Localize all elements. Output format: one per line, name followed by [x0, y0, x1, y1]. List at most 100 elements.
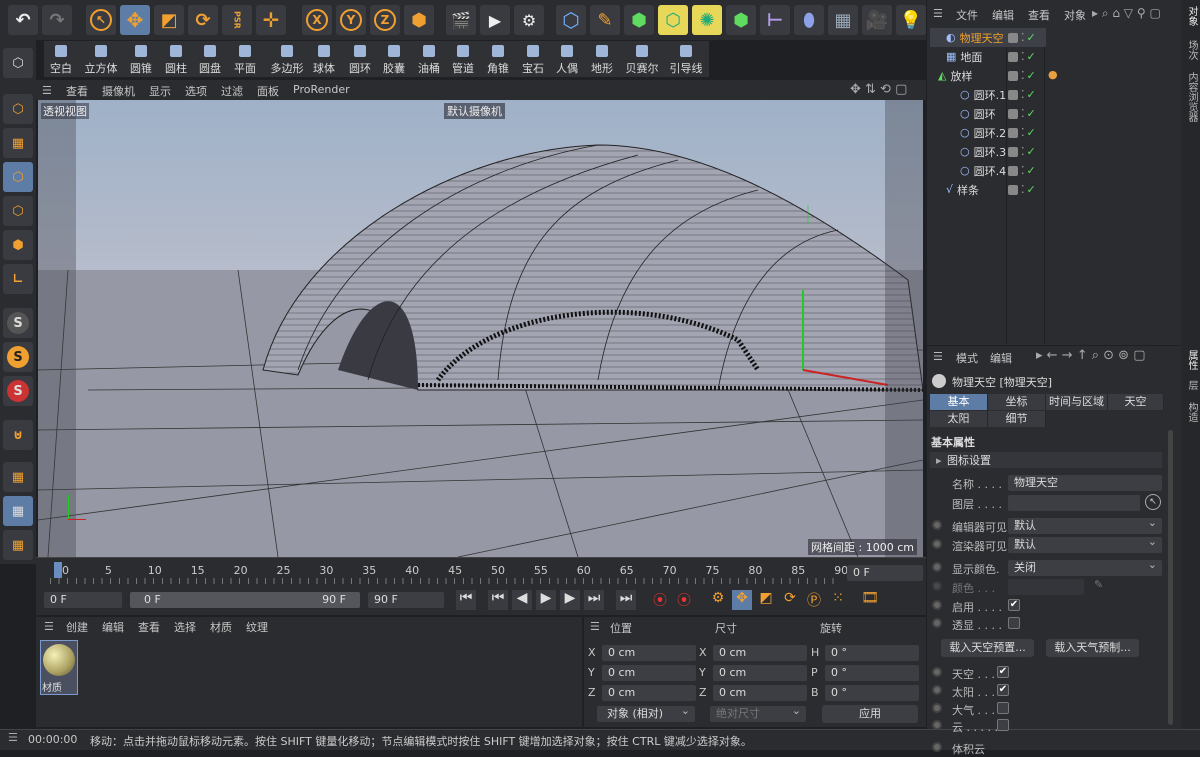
enabled-check-icon[interactable]: ✓	[1027, 50, 1036, 63]
pen-button[interactable]: ✎	[590, 5, 620, 35]
transform-button[interactable]: ✛	[256, 5, 286, 35]
go-start-button[interactable]: ⏮	[456, 590, 476, 610]
cube-button[interactable]: ⬡	[556, 5, 586, 35]
size-mode-dropdown[interactable]: 绝对尺寸	[710, 703, 806, 722]
atmosphere-checkbox[interactable]	[997, 702, 1009, 714]
attr-nav-icons[interactable]: ▸ ← → ↑ ⌕ ⊙ ⊚ ▢	[1036, 348, 1145, 363]
go-end-button[interactable]: ⏭	[616, 590, 636, 610]
camera-button[interactable]: 🎥	[862, 5, 892, 35]
attr-tab-0[interactable]: 基本	[930, 394, 988, 410]
edges-mode-button[interactable]: ⬡	[3, 196, 33, 226]
primitive-1[interactable]: 立方体	[84, 42, 118, 76]
key-pla-button[interactable]: ⁙	[828, 590, 848, 610]
objmgr-menu-item-3[interactable]: 对象	[1064, 7, 1086, 23]
viewport-menu-item-6[interactable]: ProRender	[293, 83, 350, 99]
object-flags[interactable]: ⁚ ✓	[1008, 180, 1048, 199]
bend-button[interactable]: ⊢	[760, 5, 790, 35]
scale-button[interactable]: ◩	[154, 5, 184, 35]
coord-field[interactable]: 0 cm	[602, 645, 696, 661]
volume-cloud-radio[interactable]	[932, 742, 942, 752]
enable-radio[interactable]	[932, 600, 942, 610]
primitive-3[interactable]: 圆柱	[162, 42, 190, 76]
visibility-dots-icon[interactable]: ⁚	[1021, 126, 1025, 139]
coord-field[interactable]: 0 cm	[713, 665, 807, 681]
primitive-12[interactable]: 角锥	[484, 42, 512, 76]
enabled-check-icon[interactable]: ✓	[1027, 88, 1036, 101]
prev-frame-button[interactable]: ◀	[512, 590, 532, 610]
primitive-10[interactable]: 油桶	[415, 42, 443, 76]
grid-snap-button[interactable]: ▦	[3, 530, 33, 560]
visibility-dots-icon[interactable]: ⁚	[1021, 88, 1025, 101]
material-menu-item-2[interactable]: 查看	[138, 619, 160, 635]
objmgr-menu-item-1[interactable]: 编辑	[992, 7, 1014, 23]
primitive-15[interactable]: 地形	[588, 42, 616, 76]
play-button[interactable]: ▶	[536, 590, 556, 610]
object-flags[interactable]: ⁚ ✓	[1008, 161, 1048, 180]
primitive-6[interactable]: 多边形	[267, 42, 307, 76]
cloud-checkbox[interactable]	[997, 719, 1009, 731]
object-flags[interactable]: ⁚ ✓	[1008, 66, 1048, 85]
model-mode-button[interactable]: ⬡	[3, 94, 33, 124]
attr-tab-3[interactable]: 天空	[1108, 394, 1164, 410]
coord-field[interactable]: 0 °	[825, 685, 919, 701]
snap-settings-button[interactable]: S	[3, 342, 33, 372]
objmgr-tool-icons[interactable]: ▸ ⌕ ⌂ ▽ ⚲ ▢	[1092, 6, 1161, 21]
next-frame-button[interactable]: ▶	[560, 590, 580, 610]
render-view-button[interactable]: ▶	[480, 5, 510, 35]
attr-tab-1[interactable]: 坐标	[988, 394, 1046, 410]
attr-tab-5[interactable]: 细节	[988, 411, 1046, 427]
coord-field[interactable]: 0 cm	[602, 665, 696, 681]
tab-objects[interactable]: 对象	[1184, 6, 1199, 26]
visibility-dots-icon[interactable]: ⁚	[1021, 31, 1025, 44]
visibility-dots-icon[interactable]: ⁚	[1021, 69, 1025, 82]
key-position-button[interactable]: ✥	[732, 590, 752, 610]
enabled-check-icon[interactable]: ✓	[1027, 69, 1036, 82]
display-color-radio[interactable]	[932, 562, 942, 572]
visibility-dots-icon[interactable]: ⁚	[1021, 164, 1025, 177]
rotate-button[interactable]: ⟳	[188, 5, 218, 35]
display-color-dropdown[interactable]: 关闭	[1008, 557, 1162, 576]
key-scale-button[interactable]: ◩	[756, 590, 776, 610]
visibility-dots-icon[interactable]: ⁚	[1021, 183, 1025, 196]
material-menu-icon[interactable]: ☰	[44, 620, 54, 633]
primitive-8[interactable]: 圆环	[346, 42, 374, 76]
primitive-16[interactable]: 贝赛尔	[625, 42, 659, 76]
coord-field[interactable]: 0 °	[825, 665, 919, 681]
coord-field[interactable]: 0 cm	[602, 685, 696, 701]
object-flags[interactable]: ⁚ ✓	[1008, 28, 1048, 47]
coords-menu-icon[interactable]: ☰	[590, 620, 600, 633]
material-menu-item-0[interactable]: 创建	[66, 619, 88, 635]
floor-button[interactable]: ▦	[828, 5, 858, 35]
coord-field[interactable]: 0 cm	[713, 645, 807, 661]
color-field[interactable]	[1008, 579, 1084, 595]
lock-workplane-button[interactable]: ▦	[3, 496, 33, 526]
tab-content-browser[interactable]: 内容浏览器	[1184, 72, 1199, 122]
visibility-dots-icon[interactable]: ⁚	[1021, 107, 1025, 120]
object-flags[interactable]: ⁚ ✓	[1008, 104, 1048, 123]
viewport-menu-icon[interactable]: ☰	[42, 84, 52, 97]
color-radio[interactable]	[932, 581, 942, 591]
viewport-nav-icons[interactable]: ✥ ⇅ ⟲ ▢	[850, 82, 907, 97]
visibility-dots-icon[interactable]: ⁚	[1021, 145, 1025, 158]
tab-structure[interactable]: 构造	[1184, 402, 1199, 422]
autokey-button[interactable]: ⦿	[674, 590, 694, 610]
coord-mode-dropdown[interactable]: 对象 (相对)	[597, 703, 695, 722]
attr-scrollbar[interactable]	[1168, 430, 1173, 725]
sun-radio[interactable]	[932, 685, 942, 695]
material-menu-item-4[interactable]: 材质	[210, 619, 232, 635]
light-button[interactable]: 💡	[896, 5, 926, 35]
enable-checkbox[interactable]: ✔	[1008, 599, 1020, 611]
viewport-menu-item-1[interactable]: 摄像机	[102, 83, 135, 99]
prev-key-button[interactable]: ⏮	[488, 590, 508, 610]
material-tag-icon[interactable]: ●	[1048, 68, 1058, 81]
load-sky-preset-button[interactable]: 载入天空预置...	[941, 639, 1034, 657]
enabled-check-icon[interactable]: ✓	[1027, 145, 1036, 158]
move-button[interactable]: ✥	[120, 5, 150, 35]
magnet-button[interactable]: ⊍	[3, 420, 33, 450]
live-select-button[interactable]: ↖	[86, 5, 116, 35]
enabled-check-icon[interactable]: ✓	[1027, 107, 1036, 120]
polygons-mode-button[interactable]: ⬢	[3, 230, 33, 260]
primitive-7[interactable]: 球体	[310, 42, 338, 76]
attr-menu-mode[interactable]: 模式	[956, 350, 978, 366]
material-menu-item-3[interactable]: 选择	[174, 619, 196, 635]
